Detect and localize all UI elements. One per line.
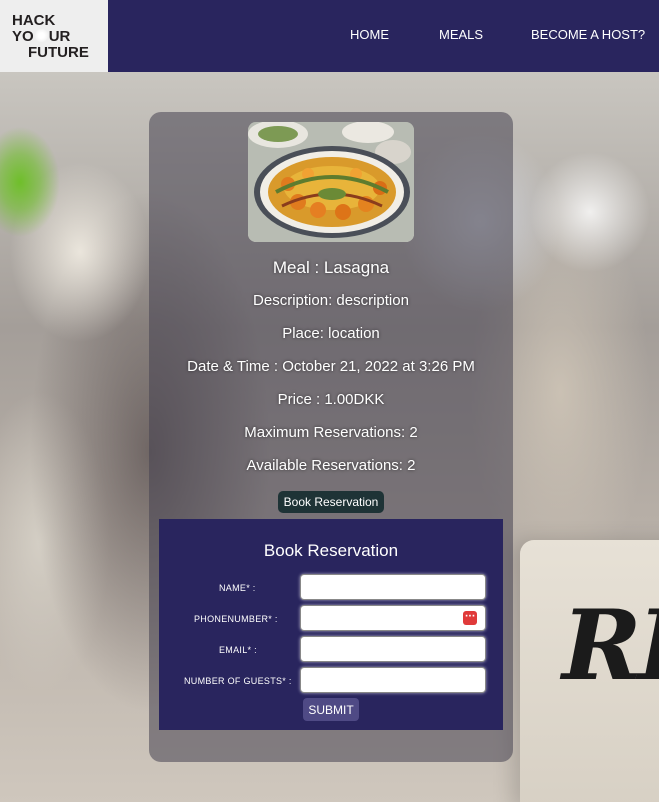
phone-label: PHONENUMBER* : (194, 614, 278, 624)
meal-price: Price : 1.00DKK (277, 391, 385, 408)
meal-title: Meal : Lasagna (272, 258, 390, 277)
meal-image (248, 122, 414, 242)
submit-button[interactable]: SUBMIT (303, 698, 359, 721)
logo[interactable]: HACK YO UR FUTURE (0, 0, 108, 72)
reserved-sign-text: RI (562, 589, 659, 702)
meal-place: Place: location (282, 325, 380, 342)
reservation-form-title: Book Reservation (263, 541, 399, 560)
email-label: EMAIL* : (219, 645, 257, 655)
logo-line-1: HACK (12, 12, 56, 29)
name-label: NAME* : (219, 583, 256, 593)
guests-input[interactable] (300, 667, 486, 693)
navbar: HACK YO UR FUTURE HOME MEALS BECOME A HOS… (0, 0, 659, 72)
meal-detail-card: Meal : Lasagna Description: description … (149, 112, 513, 762)
logo-line-2: YO UR (12, 28, 71, 45)
book-reservation-button[interactable]: Book Reservation (278, 491, 384, 513)
nav-become-host-link[interactable]: BECOME A HOST? (531, 27, 645, 42)
name-input[interactable] (300, 574, 486, 600)
logo-circle-icon (34, 29, 48, 42)
logo-line-3: FUTURE (28, 44, 89, 61)
nav-home-link[interactable]: HOME (350, 27, 389, 42)
email-input[interactable] (300, 636, 486, 662)
meal-max-reservations: Maximum Reservations: 2 (244, 424, 418, 441)
reservation-form: Book Reservation NAME* : PHONENUMBER* : … (159, 519, 503, 730)
phone-input[interactable]: ··· (300, 605, 486, 631)
meal-datetime: Date & Time : October 21, 2022 at 3:26 P… (187, 358, 475, 375)
autofill-icon[interactable]: ··· (463, 611, 477, 625)
nav-meals-link[interactable]: MEALS (439, 27, 483, 42)
meal-description: Description: description (253, 292, 409, 309)
guests-label: NUMBER OF GUESTS* : (184, 676, 292, 686)
meal-available-reservations: Available Reservations: 2 (246, 457, 416, 474)
